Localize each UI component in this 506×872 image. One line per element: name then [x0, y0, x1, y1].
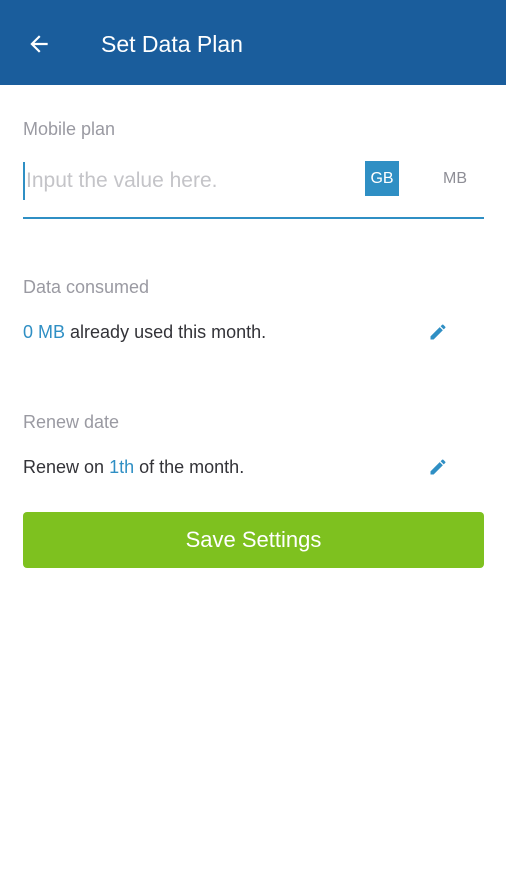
- data-consumed-text: 0 MB already used this month.: [23, 321, 266, 343]
- unit-gb-toggle[interactable]: GB: [365, 161, 399, 196]
- pencil-icon: [430, 324, 446, 340]
- renew-date-suffix: of the month.: [139, 457, 245, 477]
- data-consumed-label: Data consumed: [23, 277, 150, 297]
- pencil-icon: [430, 459, 446, 475]
- data-consumed-suffix: already used this month.: [70, 322, 267, 342]
- mobile-plan-label: Mobile plan: [23, 119, 116, 139]
- input-underline: [23, 217, 484, 219]
- back-button[interactable]: [22, 27, 56, 61]
- renew-date-text: Renew on 1th of the month.: [23, 456, 244, 478]
- arrow-left-icon: [30, 35, 48, 53]
- app-bar: Set Data Plan: [0, 0, 506, 85]
- page-title: Set Data Plan: [101, 31, 243, 57]
- save-settings-button[interactable]: Save Settings: [23, 512, 484, 568]
- unit-mb-toggle[interactable]: MB: [437, 161, 473, 196]
- edit-data-consumed-button[interactable]: [427, 321, 449, 343]
- mobile-plan-input[interactable]: [23, 162, 358, 200]
- data-consumed-value: 0 MB: [23, 322, 66, 342]
- renew-date-prefix: Renew on: [23, 457, 105, 477]
- edit-renew-date-button[interactable]: [427, 456, 449, 478]
- renew-date-label: Renew date: [23, 412, 120, 432]
- renew-date-value: 1th: [109, 457, 135, 477]
